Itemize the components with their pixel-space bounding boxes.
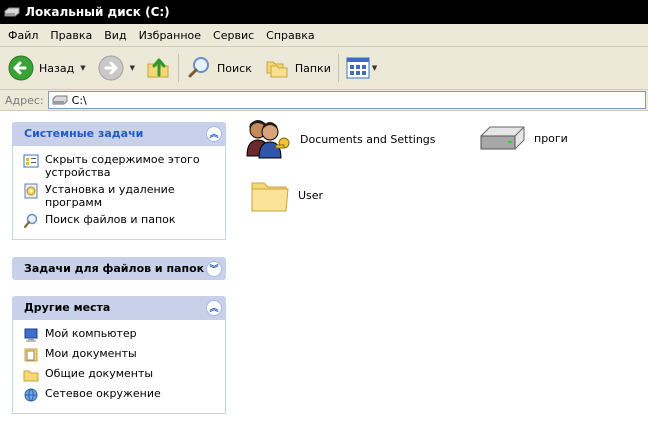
folder-icon [23,370,39,382]
add-remove-programs-icon [24,183,38,199]
my-documents-label: Мои документы [45,347,137,360]
chevron-down-icon[interactable]: ▼ [372,64,377,72]
task-pane: Системные задачи ︽ Скрыть содержимое это… [0,111,240,426]
network-icon [24,388,38,402]
hide-contents-icon [23,154,39,168]
toolbar: Назад ▼ ▼ Поиск Папки ▼ [0,47,648,90]
menu-favorites[interactable]: Избранное [133,29,207,42]
other-places-header[interactable]: Другие места ︽ [12,296,226,319]
forward-button[interactable]: ▼ [95,53,138,83]
toolbar-separator [337,54,339,82]
menu-edit[interactable]: Правка [44,29,98,42]
folder-icon [251,182,289,212]
collapse-icon[interactable]: ︽ [206,125,222,142]
address-value: C:\ [71,93,87,107]
forward-arrow-icon [98,55,124,81]
chevron-down-icon[interactable]: ▼ [80,64,85,72]
other-places-panel: Другие места ︽ Мой компьютер Мои докумен… [12,296,226,414]
system-tasks-title: Системные задачи [24,127,144,140]
hide-contents-label: Скрыть содержимое этого устройства [45,153,200,179]
folders-button[interactable]: Папки [261,53,334,83]
other-places-title: Другие места [24,301,111,314]
search-label: Поиск [217,61,252,75]
hide-contents-link[interactable]: Скрыть содержимое этого устройства [23,153,215,179]
toolbar-separator [178,54,179,82]
shared-documents-link[interactable]: Общие документы [23,367,215,383]
search-icon [24,213,38,228]
search-files-link[interactable]: Поиск файлов и папок [23,213,215,229]
search-button[interactable]: Поиск [183,53,255,83]
shared-documents-label: Общие документы [45,367,154,380]
views-button[interactable]: ▼ [343,53,380,83]
file-label: проги [534,131,568,145]
add-remove-programs-label: Установка и удаление программ [45,183,175,209]
computer-icon [24,328,38,342]
drive-icon [4,7,20,17]
search-icon [188,57,209,78]
folders-label: Папки [294,61,331,75]
documents-icon [24,348,38,362]
collapse-icon[interactable]: ︽ [206,299,222,316]
folders-icon [266,61,288,78]
my-documents-link[interactable]: Мои документы [23,347,215,363]
file-item-documents-and-settings[interactable]: Documents and Settings [244,118,436,160]
drive-icon [52,95,68,105]
address-bar: Адрес: C:\ [0,90,648,111]
users-folder-icon [246,120,290,159]
file-label: Documents and Settings [300,132,436,146]
file-tasks-panel: Задачи для файлов и папок ︾ [12,257,226,280]
title-bar: Локальный диск (C:) [0,0,648,24]
menu-bar: Файл Правка Вид Избранное Сервис Справка [0,24,648,47]
back-arrow-icon [8,55,34,81]
expand-icon[interactable]: ︾ [206,260,222,277]
menu-view[interactable]: Вид [98,29,132,42]
address-field[interactable]: C:\ [47,91,646,109]
system-tasks-body: Скрыть содержимое этого устройства Устан… [12,145,226,240]
back-label: Назад [39,61,75,75]
file-item-progi[interactable]: проги [478,122,568,154]
system-tasks-header[interactable]: Системные задачи ︽ [12,122,226,145]
views-icon [346,57,370,79]
other-places-body: Мой компьютер Мои документы Общие докуме… [12,319,226,414]
menu-help[interactable]: Справка [260,29,320,42]
add-remove-programs-link[interactable]: Установка и удаление программ [23,183,215,209]
network-link[interactable]: Сетевое окружение [23,387,215,403]
system-tasks-panel: Системные задачи ︽ Скрыть содержимое это… [12,122,226,240]
up-folder-icon [147,58,169,78]
address-label: Адрес: [5,93,44,107]
back-button[interactable]: Назад ▼ [5,53,89,83]
network-label: Сетевое окружение [45,387,161,400]
drive-icon [480,126,525,150]
search-files-label: Поиск файлов и папок [45,213,176,226]
my-computer-link[interactable]: Мой компьютер [23,327,215,343]
file-item-user[interactable]: User [250,175,323,215]
up-folder-button[interactable] [142,53,174,83]
menu-tools[interactable]: Сервис [207,29,260,42]
menu-file[interactable]: Файл [0,29,44,42]
file-label: User [298,188,324,202]
file-tasks-title: Задачи для файлов и папок [24,262,205,275]
my-computer-label: Мой компьютер [45,327,137,340]
file-tasks-header[interactable]: Задачи для файлов и папок ︾ [12,257,226,280]
window-title: Локальный диск (C:) [25,5,170,19]
chevron-down-icon[interactable]: ▼ [130,64,135,72]
